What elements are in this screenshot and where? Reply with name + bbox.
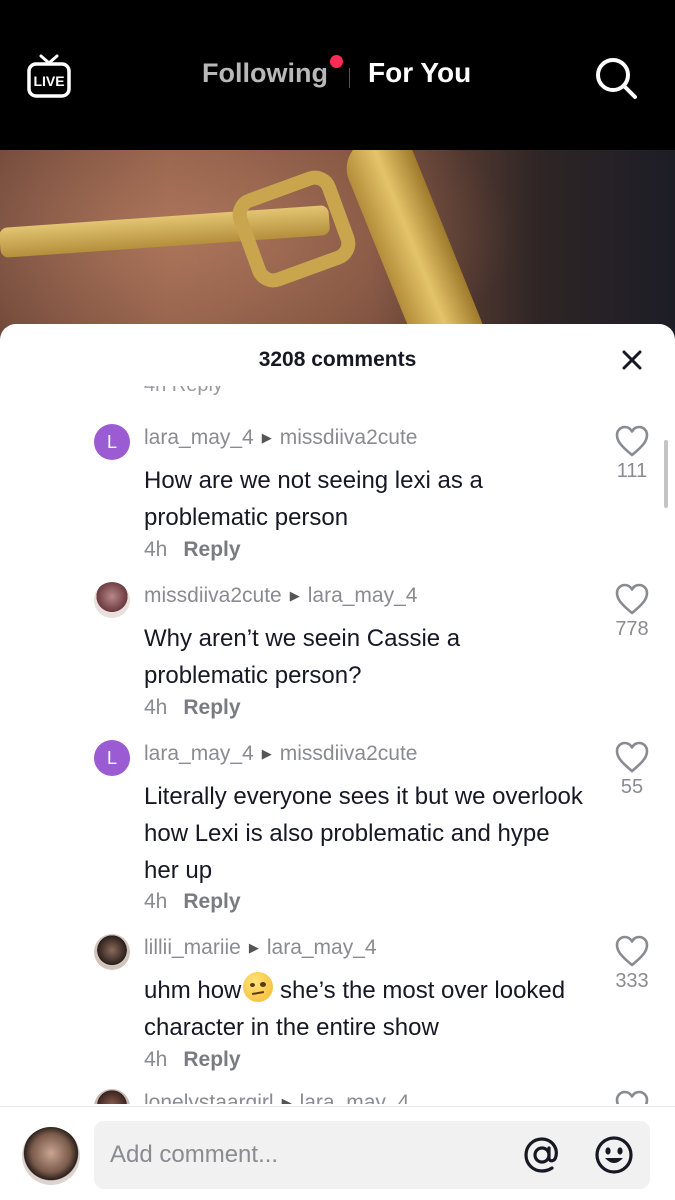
reply-to-username[interactable]: missdiiva2cute <box>280 742 418 765</box>
reply-arrow-icon: ▶ <box>289 588 300 603</box>
like-button[interactable]: 55 <box>604 740 660 799</box>
live-label: LIVE <box>33 73 64 89</box>
like-button[interactable]: 111 <box>604 424 660 483</box>
video-background[interactable] <box>0 150 675 350</box>
comment-text: How are we not seeing lexi as a problema… <box>144 467 483 531</box>
reply-to-username[interactable]: lara_may_4 <box>308 584 418 607</box>
comment-item: L lara_may_4 ▶ missdiiva2cute How are we n… <box>0 424 675 574</box>
like-count: 333 <box>615 970 649 992</box>
comment-username[interactable]: lillii_mariie <box>144 936 241 959</box>
avatar[interactable] <box>94 1089 130 1104</box>
heart-icon[interactable] <box>614 424 650 458</box>
comment-text-start: uhm how <box>144 977 242 1004</box>
comment-composer: Add comment... <box>0 1106 675 1200</box>
avatar[interactable] <box>94 582 130 618</box>
tab-for-you[interactable]: For You <box>368 57 471 89</box>
comment-username[interactable]: missdiiva2cute <box>144 584 282 607</box>
comment-username[interactable]: lara_may_4 <box>144 742 254 765</box>
reply-to-username[interactable]: lara_may_4 <box>300 1091 410 1104</box>
comment-username[interactable]: lara_may_4 <box>144 426 254 449</box>
comment-meta: lara_may_4 ▶ missdiiva2cute <box>144 426 417 450</box>
comment-meta: lara_may_4 ▶ missdiiva2cute <box>144 742 417 766</box>
live-icon[interactable]: LIVE <box>26 52 72 100</box>
avatar[interactable]: L <box>94 424 130 460</box>
reply-arrow-icon: ▶ <box>261 746 272 761</box>
search-icon[interactable] <box>594 56 638 100</box>
comment-list[interactable]: 4h Reply L lara_may_4 ▶ missdiiva2cute How… <box>0 386 675 1104</box>
avatar[interactable]: L <box>94 740 130 776</box>
comment-time: 4h <box>144 890 168 913</box>
add-comment-input[interactable]: Add comment... <box>94 1121 650 1189</box>
tiktok-screen: LIVE Following For You 3208 comments 4h … <box>0 0 675 1200</box>
reply-button[interactable]: Reply <box>183 696 240 719</box>
comment-item: lonelystaargirl ▶ lara_may_4 <box>0 1089 675 1104</box>
comment-text: uhm how she’s the most over looked chara… <box>144 972 584 1046</box>
reply-button[interactable]: Reply <box>183 1048 240 1071</box>
like-button[interactable]: 333 <box>604 934 660 993</box>
reply-arrow-icon: ▶ <box>248 940 259 955</box>
reply-arrow-icon: ▶ <box>281 1095 292 1104</box>
heart-icon[interactable] <box>614 582 650 616</box>
raised-eyebrow-emoji-icon <box>243 972 274 1002</box>
notification-dot <box>330 55 343 68</box>
comment-meta: missdiiva2cute ▶ lara_may_4 <box>144 584 417 608</box>
reply-arrow-icon: ▶ <box>261 430 272 445</box>
comment-footer: 4h Reply <box>144 538 241 562</box>
top-nav-bar: LIVE Following For You <box>0 0 675 150</box>
scrollbar[interactable] <box>664 440 668 508</box>
comment-footer: 4h Reply <box>144 1048 241 1072</box>
tab-divider <box>349 68 350 88</box>
comment-text: Literally everyone sees it but we overlo… <box>144 783 583 884</box>
avatar[interactable] <box>94 934 130 970</box>
comment-meta: lonelystaargirl ▶ lara_may_4 <box>144 1091 409 1104</box>
comment-item: L lara_may_4 ▶ missdiiva2cute Literally ev… <box>0 740 675 930</box>
comment-username[interactable]: lonelystaargirl <box>144 1091 274 1104</box>
comment-footer: 4h Reply <box>144 696 241 720</box>
like-button[interactable] <box>604 1089 660 1104</box>
heart-icon[interactable] <box>614 934 650 968</box>
partial-comment-footer: 4h Reply <box>144 386 223 400</box>
comments-sheet: 3208 comments 4h Reply L lara_may_4▶miss… <box>0 324 675 1200</box>
comment-time: 4h <box>144 538 168 561</box>
close-icon[interactable] <box>616 344 648 376</box>
input-placeholder: Add comment... <box>110 1141 279 1168</box>
heart-icon[interactable] <box>614 740 650 774</box>
comment-meta: lillii_mariie ▶ lara_may_4 <box>144 936 377 960</box>
like-count: 111 <box>616 460 648 482</box>
comments-header: 3208 comments <box>0 324 675 394</box>
comment-time: 4h <box>144 696 168 719</box>
comment-item: lillii_mariie ▶ lara_may_4 uhm how she’s t… <box>0 934 675 1084</box>
reply-button[interactable]: Reply <box>183 538 240 561</box>
reply-to-username[interactable]: missdiiva2cute <box>280 426 418 449</box>
comment-item: missdiiva2cute ▶ lara_may_4 Why aren’t we … <box>0 582 675 732</box>
current-user-avatar[interactable] <box>22 1127 80 1185</box>
reply-button[interactable]: Reply <box>183 890 240 913</box>
comment-count: 3208 comments <box>258 348 417 371</box>
like-count: 55 <box>620 776 644 798</box>
tab-following[interactable]: Following <box>202 58 328 89</box>
like-button[interactable]: 778 <box>604 582 660 641</box>
heart-icon[interactable] <box>614 1089 650 1104</box>
like-count: 778 <box>615 618 649 640</box>
comment-text: Why aren’t we seein Cassie a problematic… <box>144 625 461 689</box>
emoji-icon[interactable] <box>594 1135 634 1175</box>
comment-footer: 4h Reply <box>144 890 241 914</box>
at-icon[interactable] <box>522 1135 562 1175</box>
comment-time: 4h <box>144 1048 168 1071</box>
reply-to-username[interactable]: lara_may_4 <box>267 936 377 959</box>
